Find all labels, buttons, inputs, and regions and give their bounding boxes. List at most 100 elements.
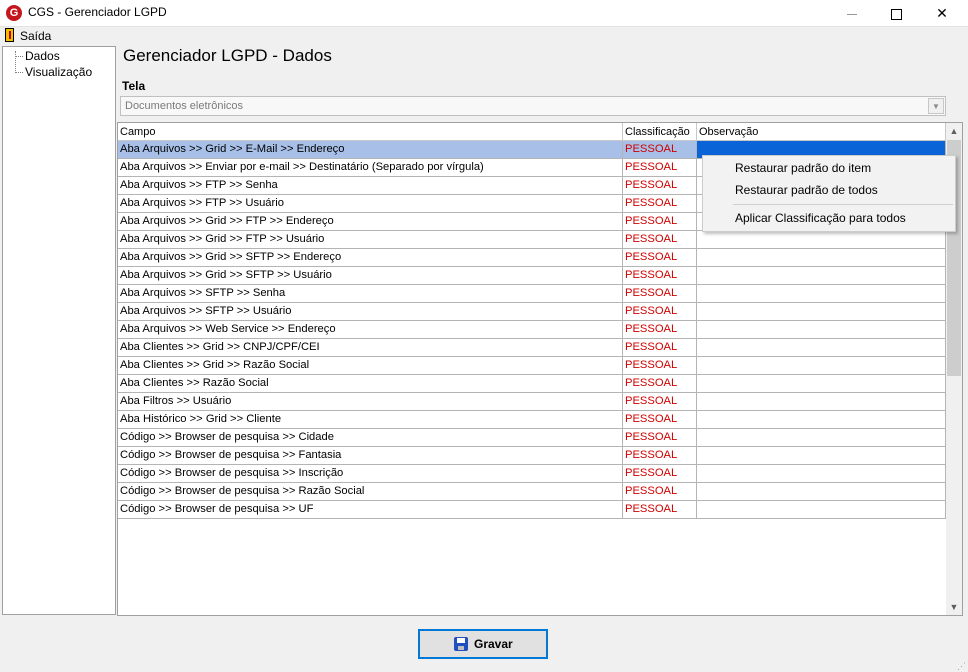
cell-campo[interactable]: Código >> Browser de pesquisa >> Cidade bbox=[118, 429, 623, 447]
title-bar: G CGS - Gerenciador LGPD ✕ bbox=[0, 0, 968, 27]
cell-campo[interactable]: Aba Arquivos >> Grid >> SFTP >> Usuário bbox=[118, 267, 623, 285]
cell-observacao[interactable] bbox=[697, 285, 946, 303]
cell-campo[interactable]: Código >> Browser de pesquisa >> UF bbox=[118, 501, 623, 519]
cell-observacao[interactable] bbox=[697, 303, 946, 321]
scroll-up-icon[interactable]: ▲ bbox=[946, 123, 962, 139]
table-row[interactable]: Código >> Browser de pesquisa >> UF PESSO… bbox=[118, 501, 946, 519]
table-row[interactable]: Aba Clientes >> Grid >> CNPJ/CPF/CEI PESS… bbox=[118, 339, 946, 357]
cell-campo[interactable]: Aba Arquivos >> Grid >> FTP >> Endereço bbox=[118, 213, 623, 231]
cell-classificacao[interactable]: PESSOAL bbox=[623, 447, 697, 465]
navigation-tree: Dados Visualização bbox=[2, 46, 116, 615]
cell-classificacao[interactable]: PESSOAL bbox=[623, 393, 697, 411]
menu-exit[interactable]: Saída bbox=[20, 29, 51, 43]
table-row[interactable]: Aba Arquivos >> SFTP >> Usuário PESSOAL bbox=[118, 303, 946, 321]
resize-grip-icon[interactable]: ⋰ bbox=[957, 661, 967, 671]
menu-item-restore-all[interactable]: Restaurar padrão de todos bbox=[735, 183, 878, 197]
cell-observacao[interactable] bbox=[697, 429, 946, 447]
cell-observacao[interactable] bbox=[697, 249, 946, 267]
cell-campo[interactable]: Aba Arquivos >> FTP >> Usuário bbox=[118, 195, 623, 213]
maximize-icon bbox=[890, 8, 902, 20]
cell-observacao[interactable] bbox=[697, 357, 946, 375]
table-row[interactable]: Aba Clientes >> Razão Social PESSOAL bbox=[118, 375, 946, 393]
cell-classificacao[interactable]: PESSOAL bbox=[623, 501, 697, 519]
cell-observacao[interactable] bbox=[697, 375, 946, 393]
cell-campo[interactable]: Aba Arquivos >> SFTP >> Usuário bbox=[118, 303, 623, 321]
cell-classificacao[interactable]: PESSOAL bbox=[623, 339, 697, 357]
cell-classificacao[interactable]: PESSOAL bbox=[623, 159, 697, 177]
cell-classificacao[interactable]: PESSOAL bbox=[623, 177, 697, 195]
cell-observacao[interactable] bbox=[697, 231, 946, 249]
close-button[interactable]: ✕ bbox=[920, 0, 964, 26]
menu-item-apply-all[interactable]: Aplicar Classificação para todos bbox=[735, 211, 906, 225]
cell-observacao[interactable] bbox=[697, 393, 946, 411]
cell-campo[interactable]: Código >> Browser de pesquisa >> Inscriç… bbox=[118, 465, 623, 483]
cell-campo[interactable]: Aba Filtros >> Usuário bbox=[118, 393, 623, 411]
table-row[interactable]: Aba Arquivos >> Grid >> SFTP >> Endereço… bbox=[118, 249, 946, 267]
cell-campo[interactable]: Código >> Browser de pesquisa >> Fantasi… bbox=[118, 447, 623, 465]
table-row[interactable]: Aba Arquivos >> SFTP >> Senha PESSOAL bbox=[118, 285, 946, 303]
table-row[interactable]: Aba Histórico >> Grid >> Cliente PESSOAL bbox=[118, 411, 946, 429]
cell-classificacao[interactable]: PESSOAL bbox=[623, 285, 697, 303]
menu-separator bbox=[733, 204, 953, 205]
close-icon: ✕ bbox=[936, 5, 948, 21]
cell-campo[interactable]: Código >> Browser de pesquisa >> Razão S… bbox=[118, 483, 623, 501]
cell-classificacao[interactable]: PESSOAL bbox=[623, 357, 697, 375]
cell-observacao[interactable] bbox=[697, 339, 946, 357]
cell-classificacao[interactable]: PESSOAL bbox=[623, 213, 697, 231]
table-row[interactable]: Aba Clientes >> Grid >> Razão Social PESS… bbox=[118, 357, 946, 375]
cell-classificacao[interactable]: PESSOAL bbox=[623, 249, 697, 267]
menu-item-restore-item[interactable]: Restaurar padrão do item bbox=[735, 161, 871, 175]
table-row[interactable]: Aba Arquivos >> Grid >> SFTP >> Usuário P… bbox=[118, 267, 946, 285]
cell-campo[interactable]: Aba Clientes >> Razão Social bbox=[118, 375, 623, 393]
cell-campo[interactable]: Aba Histórico >> Grid >> Cliente bbox=[118, 411, 623, 429]
cell-campo[interactable]: Aba Arquivos >> FTP >> Senha bbox=[118, 177, 623, 195]
maximize-button[interactable] bbox=[874, 0, 918, 26]
save-button[interactable]: Gravar bbox=[418, 629, 548, 659]
cell-observacao[interactable] bbox=[697, 411, 946, 429]
cell-classificacao[interactable]: PESSOAL bbox=[623, 465, 697, 483]
cell-observacao[interactable] bbox=[697, 483, 946, 501]
cell-classificacao[interactable]: PESSOAL bbox=[623, 375, 697, 393]
minimize-button[interactable] bbox=[830, 0, 874, 26]
cell-classificacao[interactable]: PESSOAL bbox=[623, 429, 697, 447]
cell-classificacao[interactable]: PESSOAL bbox=[623, 141, 697, 159]
page-title: Gerenciador LGPD - Dados bbox=[123, 46, 332, 65]
cell-campo[interactable]: Aba Arquivos >> Web Service >> Endereço bbox=[118, 321, 623, 339]
table-row[interactable]: Código >> Browser de pesquisa >> Razão S… bbox=[118, 483, 946, 501]
table-row[interactable]: Aba Arquivos >> Grid >> FTP >> Usuário PE… bbox=[118, 231, 946, 249]
cell-campo[interactable]: Aba Arquivos >> Enviar por e-mail >> Des… bbox=[118, 159, 623, 177]
cell-observacao[interactable] bbox=[697, 447, 946, 465]
tree-item-dados[interactable]: Dados bbox=[16, 48, 60, 64]
chevron-down-icon[interactable]: ▼ bbox=[928, 98, 944, 114]
cell-campo[interactable]: Aba Arquivos >> Grid >> SFTP >> Endereço bbox=[118, 249, 623, 267]
table-row[interactable]: Aba Filtros >> Usuário PESSOAL bbox=[118, 393, 946, 411]
table-row[interactable]: Código >> Browser de pesquisa >> Inscriç… bbox=[118, 465, 946, 483]
cell-classificacao[interactable]: PESSOAL bbox=[623, 483, 697, 501]
cell-campo[interactable]: Aba Arquivos >> Grid >> E-Mail >> Endere… bbox=[118, 141, 623, 159]
cell-campo[interactable]: Aba Clientes >> Grid >> Razão Social bbox=[118, 357, 623, 375]
header-campo[interactable]: Campo bbox=[118, 123, 623, 141]
cell-campo[interactable]: Aba Arquivos >> SFTP >> Senha bbox=[118, 285, 623, 303]
app-logo-icon: G bbox=[6, 5, 22, 21]
cell-classificacao[interactable]: PESSOAL bbox=[623, 195, 697, 213]
header-classificacao[interactable]: Classificação bbox=[623, 123, 697, 141]
scroll-down-icon[interactable]: ▼ bbox=[946, 599, 962, 615]
cell-campo[interactable]: Aba Clientes >> Grid >> CNPJ/CPF/CEI bbox=[118, 339, 623, 357]
cell-observacao[interactable] bbox=[697, 321, 946, 339]
tela-select[interactable]: Documentos eletrônicos ▼ bbox=[120, 96, 946, 116]
cell-campo[interactable]: Aba Arquivos >> Grid >> FTP >> Usuário bbox=[118, 231, 623, 249]
cell-observacao[interactable] bbox=[697, 465, 946, 483]
cell-classificacao[interactable]: PESSOAL bbox=[623, 267, 697, 285]
cell-observacao[interactable] bbox=[697, 267, 946, 285]
table-row[interactable]: Aba Arquivos >> Web Service >> Endereço P… bbox=[118, 321, 946, 339]
tree-item-visualizacao[interactable]: Visualização bbox=[16, 64, 92, 80]
header-observacao[interactable]: Observação bbox=[697, 123, 946, 141]
cell-observacao[interactable] bbox=[697, 501, 946, 519]
cell-classificacao[interactable]: PESSOAL bbox=[623, 411, 697, 429]
cell-classificacao[interactable]: PESSOAL bbox=[623, 231, 697, 249]
cell-classificacao[interactable]: PESSOAL bbox=[623, 303, 697, 321]
table-row[interactable]: Código >> Browser de pesquisa >> Cidade P… bbox=[118, 429, 946, 447]
menu-bar: Saída bbox=[0, 27, 968, 45]
cell-classificacao[interactable]: PESSOAL bbox=[623, 321, 697, 339]
table-row[interactable]: Código >> Browser de pesquisa >> Fantasi… bbox=[118, 447, 946, 465]
